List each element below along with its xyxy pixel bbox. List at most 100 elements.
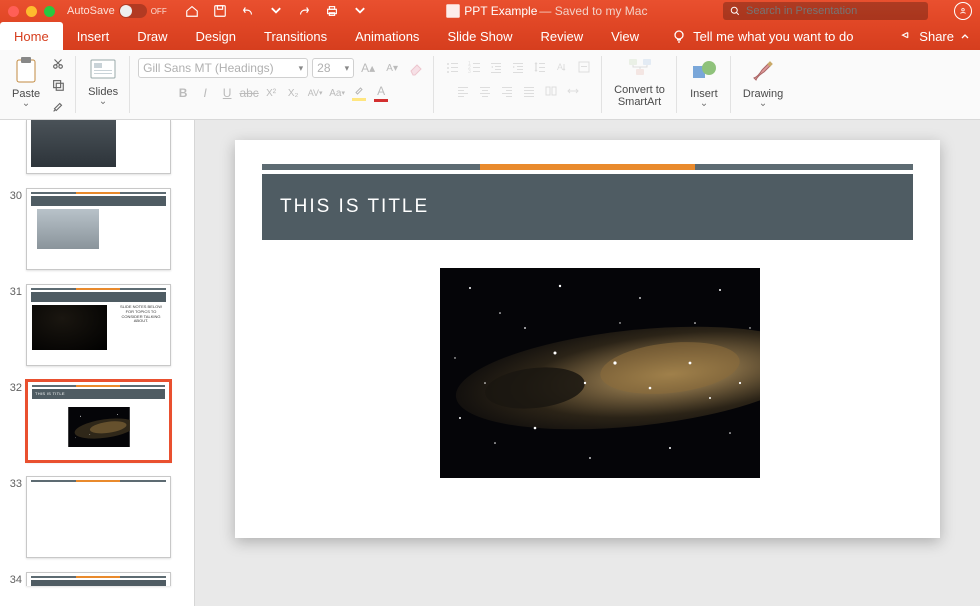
share-button[interactable]: Share	[889, 22, 980, 50]
tell-me-label: Tell me what you want to do	[693, 29, 853, 44]
thumb-number: 32	[4, 380, 26, 394]
slide-thumbnail-33[interactable]	[26, 476, 171, 558]
undo-icon[interactable]	[239, 2, 257, 20]
font-color-button[interactable]: A	[371, 84, 391, 102]
tab-review[interactable]: Review	[526, 22, 597, 50]
increase-indent-button[interactable]	[508, 58, 528, 76]
chevron-down-icon[interactable]	[22, 102, 30, 108]
slide-canvas[interactable]: THIS IS TITLE	[235, 140, 940, 538]
thumb-row[interactable]: 31 SLIDE NOTES BELOW FOR TOPICS TO CONSI…	[0, 280, 194, 376]
chevron-down-icon[interactable]	[351, 2, 369, 20]
decrease-indent-button[interactable]	[486, 58, 506, 76]
strikethrough-button[interactable]: abc	[239, 84, 259, 102]
distributed-button[interactable]	[563, 82, 583, 100]
text-direction-button[interactable]: A	[552, 58, 572, 76]
decrease-font-button[interactable]: A▾	[382, 59, 402, 77]
numbering-icon: 123	[467, 60, 481, 74]
title-bar: AutoSave OFF PPT Example — Saved to my M…	[0, 0, 980, 22]
slide-thumbnail[interactable]	[26, 120, 171, 174]
chevron-up-icon[interactable]	[960, 31, 970, 41]
font-name-combo[interactable]: Gill Sans MT (Headings)▾	[138, 58, 308, 78]
clipboard-group: Paste	[0, 50, 76, 119]
subscript-button[interactable]: X₂	[283, 84, 303, 102]
convert-smartart-button[interactable]: Convert toSmartArt	[610, 54, 669, 110]
slide-thumbnails-panel[interactable]: 30 31 SLIDE NOTES BELOW FOR TOPICS TO CO…	[0, 120, 195, 606]
print-icon[interactable]	[323, 2, 341, 20]
redo-icon[interactable]	[295, 2, 313, 20]
tab-insert[interactable]: Insert	[63, 22, 124, 50]
change-case-button[interactable]: Aa▾	[327, 84, 347, 102]
thumb-row-partial[interactable]	[0, 120, 194, 184]
drawing-label: Drawing	[743, 88, 783, 100]
slide-accent-bar	[262, 164, 913, 170]
search-input-container[interactable]	[723, 2, 928, 20]
account-icon[interactable]	[954, 2, 972, 20]
font-size-combo[interactable]: 28▾	[312, 58, 354, 78]
columns-icon	[544, 84, 558, 98]
cut-button[interactable]	[48, 54, 68, 72]
home-icon[interactable]	[183, 2, 201, 20]
slides-group: Slides	[76, 50, 130, 119]
chevron-down-icon[interactable]	[99, 100, 107, 106]
align-center-button[interactable]	[475, 82, 495, 100]
thumb-row[interactable]: 33	[0, 472, 194, 568]
save-icon[interactable]	[211, 2, 229, 20]
chevron-down-icon[interactable]	[700, 102, 708, 108]
powerpoint-file-icon	[444, 2, 462, 20]
tab-transitions[interactable]: Transitions	[250, 22, 341, 50]
paste-button[interactable]: Paste	[8, 54, 44, 110]
format-painter-button[interactable]	[48, 98, 68, 116]
tab-slideshow[interactable]: Slide Show	[433, 22, 526, 50]
minimize-window-button[interactable]	[26, 6, 37, 17]
slide-canvas-area[interactable]: THIS IS TITLE	[195, 120, 980, 606]
tell-me-search[interactable]: Tell me what you want to do	[671, 22, 853, 50]
slide-title[interactable]: THIS IS TITLE	[280, 196, 429, 218]
columns-button[interactable]	[541, 82, 561, 100]
thumb-row[interactable]: 32 THIS IS TITLE	[0, 376, 194, 472]
underline-button[interactable]: U	[217, 84, 237, 102]
increase-font-button[interactable]: A▴	[358, 59, 378, 77]
chevron-down-icon[interactable]	[267, 2, 285, 20]
superscript-button[interactable]: X²	[261, 84, 281, 102]
slide-galaxy-image[interactable]	[440, 268, 760, 478]
slide-thumbnail-31[interactable]: SLIDE NOTES BELOW FOR TOPICS TO CONSIDER…	[26, 284, 171, 366]
highlight-button[interactable]	[349, 84, 369, 102]
slide-thumbnail-34[interactable]	[26, 572, 171, 586]
new-slide-button[interactable]: Slides	[84, 54, 122, 108]
thumb-row[interactable]: 30	[0, 184, 194, 280]
clear-formatting-button[interactable]	[406, 59, 426, 77]
align-left-button[interactable]	[453, 82, 473, 100]
numbering-button[interactable]: 123	[464, 58, 484, 76]
thumb-row[interactable]: 34	[0, 568, 194, 586]
tab-design[interactable]: Design	[182, 22, 250, 50]
search-input[interactable]	[746, 5, 922, 17]
autosave-toggle[interactable]: AutoSave OFF	[67, 4, 167, 18]
doc-name: PPT Example	[464, 4, 537, 18]
slide-thumbnail-32-selected[interactable]: THIS IS TITLE	[26, 380, 171, 462]
quick-access-toolbar	[183, 2, 369, 20]
thumb-number: 30	[4, 188, 26, 202]
slide-thumbnail-30[interactable]	[26, 188, 171, 270]
drawing-button[interactable]: Drawing	[739, 54, 787, 110]
copy-button[interactable]	[48, 76, 68, 94]
chevron-down-icon[interactable]	[759, 102, 767, 108]
distributed-icon	[566, 84, 580, 98]
align-text-button[interactable]	[574, 58, 594, 76]
tab-home[interactable]: Home	[0, 22, 63, 50]
line-spacing-button[interactable]	[530, 58, 550, 76]
tab-animations[interactable]: Animations	[341, 22, 433, 50]
align-right-button[interactable]	[497, 82, 517, 100]
character-spacing-button[interactable]: AV▾	[305, 84, 325, 102]
bold-button[interactable]: B	[173, 84, 193, 102]
italic-button[interactable]: I	[195, 84, 215, 102]
close-window-button[interactable]	[8, 6, 19, 17]
justify-button[interactable]	[519, 82, 539, 100]
insert-button[interactable]: Insert	[685, 54, 723, 110]
bullets-button[interactable]	[442, 58, 462, 76]
tab-draw[interactable]: Draw	[123, 22, 181, 50]
tab-view[interactable]: View	[597, 22, 653, 50]
maximize-window-button[interactable]	[44, 6, 55, 17]
autosave-label: AutoSave	[67, 5, 115, 17]
paint-brush-icon	[748, 56, 778, 86]
thumb-number: 31	[4, 284, 26, 298]
